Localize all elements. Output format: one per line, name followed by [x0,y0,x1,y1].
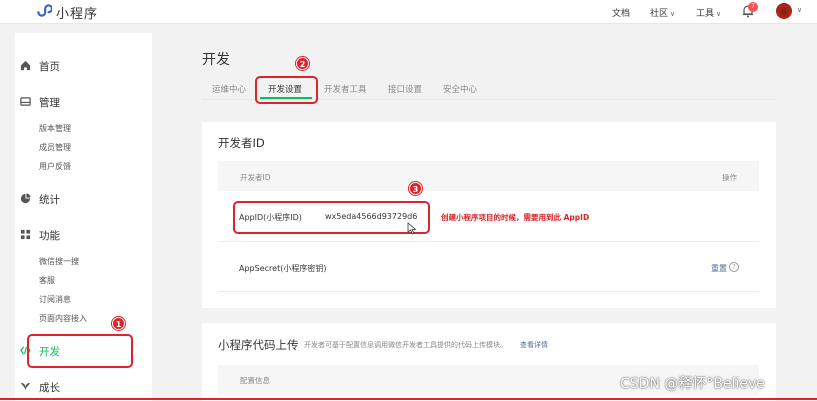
highlight-develop [27,334,133,368]
miniprogram-logo-icon[interactable] [35,2,52,19]
grid-icon [20,229,31,240]
nav-community-label: 社区 [650,9,669,19]
app-name[interactable]: 小程序 [56,3,98,22]
sidebar-item-user-feedback[interactable]: 用户反馈 [39,161,71,172]
code-upload-title: 小程序代码上传 [218,338,299,352]
avatar[interactable] [776,3,792,19]
developer-id-table-header: 开发者ID 操作 [218,161,759,191]
highlight-appid [233,201,430,234]
sidebar-item-label: 首页 [39,61,60,73]
nav-docs-link[interactable]: 文档 [612,6,630,19]
row-divider [218,241,759,242]
sidebar-item-label: 统计 [39,194,60,206]
watermark: CSDN @释怀°Believe [620,376,765,392]
home-icon [20,60,31,71]
code-upload-description: 开发者可基于配置信息调用微信开发者工具提供的代码上传模块。 [304,341,507,349]
appid-annotation: 创建小程序项目的时候，需要用到此 AppID [441,213,590,222]
mouse-cursor-icon [407,222,417,235]
nav-community-menu[interactable]: 社区 ∨ [650,6,675,19]
notification-badge: 7 [748,2,758,12]
bottom-border [0,398,817,400]
sidebar-item-label: 管理 [39,97,60,109]
step-marker-2: 2 [296,57,309,70]
growth-icon [20,382,31,392]
nav-tools-menu[interactable]: 工具 ∨ [696,6,721,19]
management-icon [20,97,31,106]
nav-tools-label: 工具 [696,9,715,19]
tab-api-settings[interactable]: 接口设置 [388,83,422,95]
developer-id-title: 开发者ID [218,136,265,150]
help-icon[interactable]: ? [729,262,739,272]
tab-dev-tools[interactable]: 开发者工具 [324,83,367,95]
chevron-down-icon: ∨ [670,10,676,18]
sidebar-item-customer-service[interactable]: 客服 [39,275,55,286]
column-header-config: 配置信息 [240,376,270,385]
top-bar: 小程序 文档 社区 ∨ 工具 ∨ 7 ∨ [0,0,817,24]
view-details-link[interactable]: 查看详情 [520,340,548,350]
tab-ops-center[interactable]: 运维中心 [212,83,246,95]
sidebar-item-label: 功能 [39,230,60,242]
column-header-action: 操作 [722,173,737,182]
row-divider [218,291,759,292]
sidebar-item-wechat-search[interactable]: 微信搜一搜 [39,256,79,267]
sidebar-item-subscription-messages[interactable]: 订阅消息 [39,294,71,305]
tab-security-center[interactable]: 安全中心 [443,83,477,95]
highlight-dev-settings-tab [255,76,318,104]
pie-chart-icon [20,193,31,204]
appsecret-label: AppSecret(小程序密钥) [239,264,327,273]
step-marker-1: 1 [112,317,125,330]
reset-appsecret-link[interactable]: 重置 [711,263,727,274]
sidebar-item-version-management[interactable]: 版本管理 [39,123,71,134]
column-header-developer-id: 开发者ID [240,173,271,182]
step-marker-3: 3 [409,182,422,195]
page-title: 开发 [202,52,230,68]
chevron-down-icon: ∨ [716,10,722,18]
chevron-down-icon[interactable]: ∨ [797,6,802,14]
sidebar-item-page-content[interactable]: 页面内容接入 [39,313,87,324]
sidebar-item-label: 成长 [39,382,60,394]
sidebar-item-member-management[interactable]: 成员管理 [39,142,71,153]
